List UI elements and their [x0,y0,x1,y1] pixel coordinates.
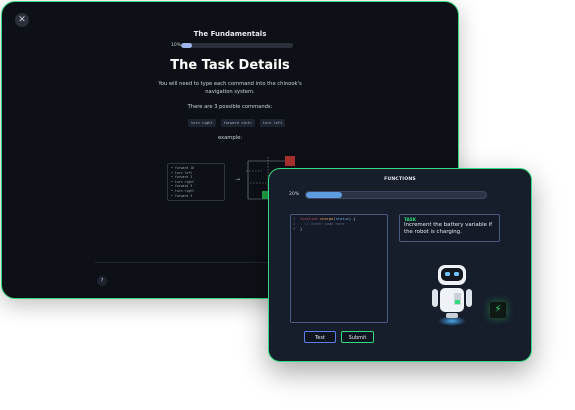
arrow-right-icon: → [235,176,241,183]
example-line: • forward 5 [171,193,193,198]
robot-icon [432,265,472,326]
code-keyword: function [300,217,318,221]
command-chip: turn left [259,119,286,127]
lesson-progress-bar [181,43,293,48]
functions-progress-label: 20% [289,192,300,197]
stage: ✕ The Fundamentals 10% The Task Details … [0,0,575,410]
functions-window: FUNCTIONS 20% 1 function charge(status) {… [268,168,532,362]
code-close-brace: } [300,227,303,232]
lesson-progress-fill [181,43,193,48]
code-line: 3} [293,227,385,232]
example-command-list: • forward 10 • turn left • forward 3 • t… [167,163,225,201]
functions-progress-bar [305,191,487,199]
example-label: example: [217,135,243,141]
command-chip: forward <int> [220,119,255,127]
lesson-progress-label: 10% [171,43,182,48]
code-comment: // enter code here [304,222,345,227]
code-param: status [335,217,349,221]
submit-button[interactable]: Submit [341,331,374,343]
lightning-bolt-icon: ⚡ [489,301,507,319]
help-button[interactable]: ? [97,276,107,286]
line-number: 3 [293,227,296,232]
command-list: turn right forward <int> turn left [188,119,286,127]
task-details-heading: The Task Details [170,58,290,73]
task-text: Increment the battery variable if the ro… [404,222,493,235]
test-button[interactable]: Test [304,331,336,343]
code-editor[interactable]: 1 function charge(status) { 2 // enter co… [290,214,388,323]
commands-intro: There are 3 possible commands: [187,104,273,110]
goal-square [285,156,295,166]
functions-title: FUNCTIONS [384,177,416,182]
lesson-title: The Fundamentals [193,30,267,38]
close-icon[interactable]: ✕ [15,13,29,27]
divider [95,262,271,263]
code-open-brace: { [353,217,356,221]
functions-progress-fill [306,192,342,198]
command-chip: turn right [188,119,216,127]
code-function-name: charge [320,217,334,221]
task-panel: TASK Increment the battery variable if t… [399,214,500,242]
task-description: You will need to type each command into … [158,81,302,95]
